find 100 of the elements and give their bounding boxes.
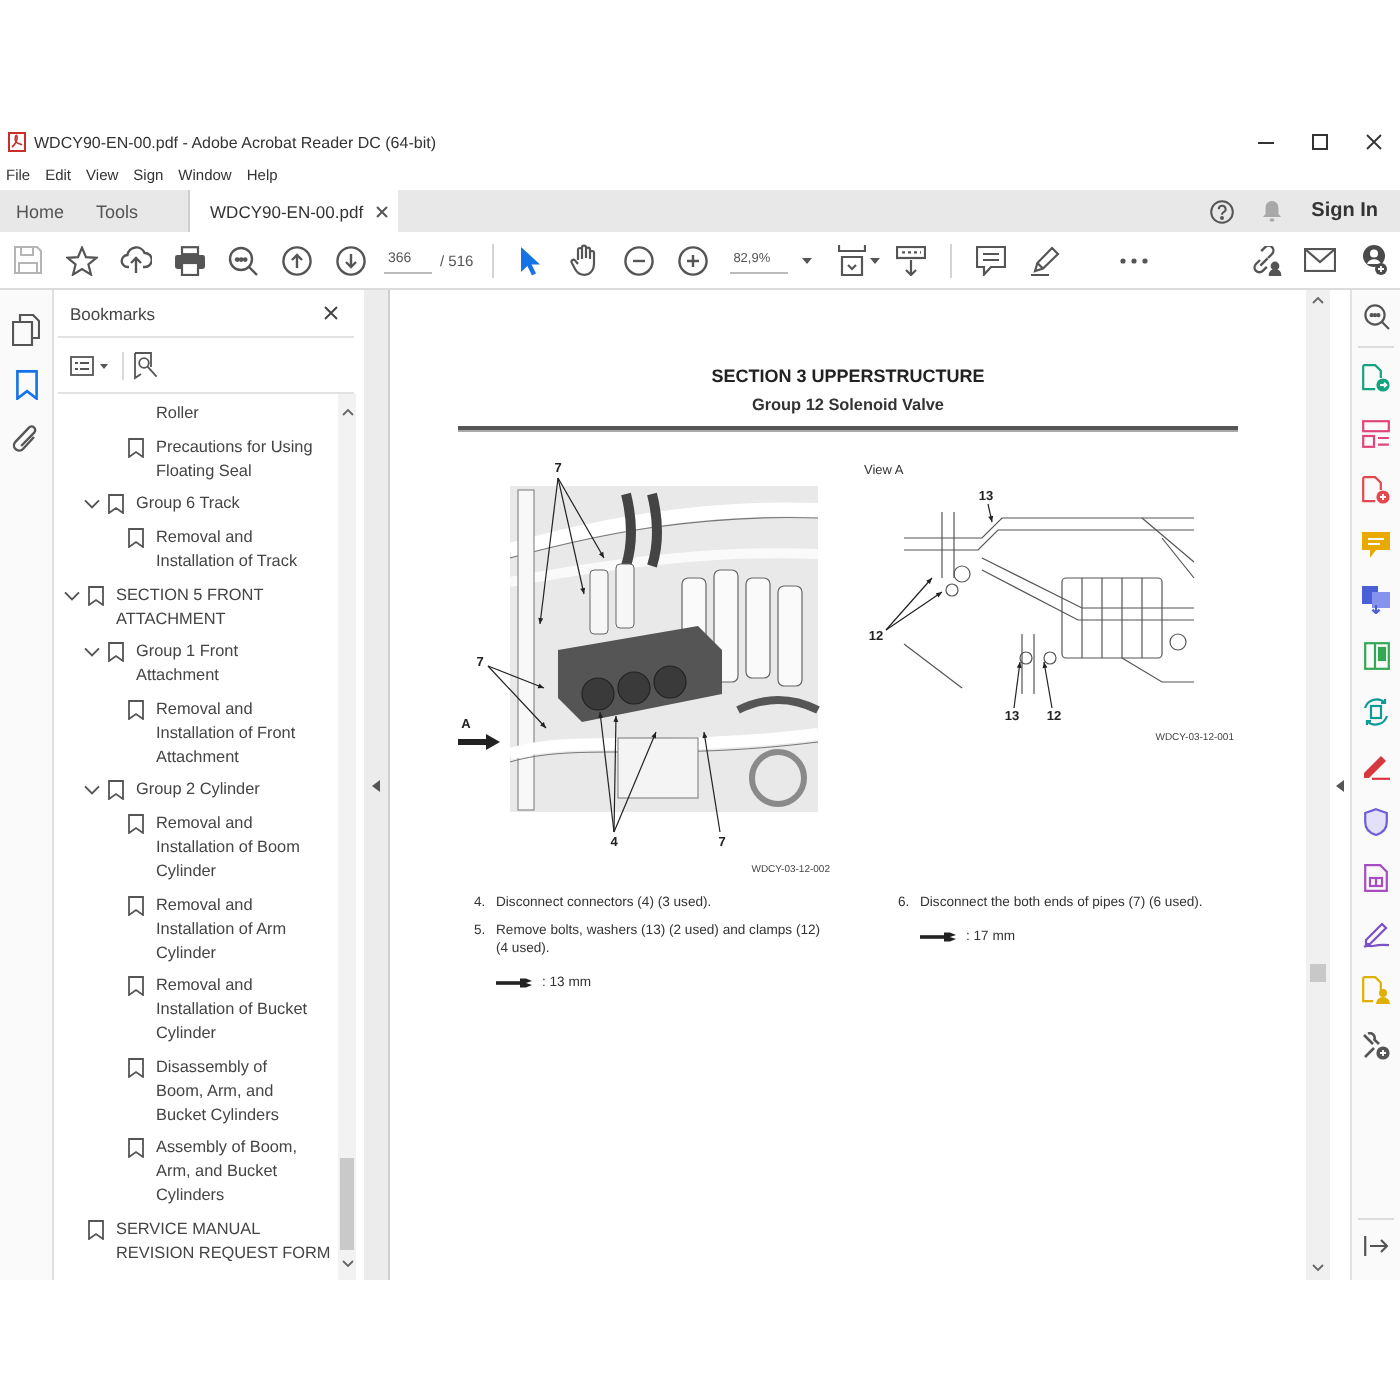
list-options-icon[interactable] [70,355,110,375]
chevron-icon[interactable] [84,782,100,799]
leader-arrow [1013,661,1022,709]
caret-up-icon[interactable] [1312,296,1324,304]
document-arrow-icon[interactable] [1362,364,1390,392]
mail-icon[interactable] [1303,248,1335,272]
scrollbar-thumb[interactable] [1310,964,1326,982]
wrench-icon [920,932,956,942]
highlighter-icon[interactable] [1029,245,1060,275]
star-icon[interactable] [65,245,97,275]
bookmark-item[interactable]: Removal and Installation of Front Attachment [124,697,316,770]
bookmark-search-icon[interactable] [134,351,158,379]
bookmark-icon [88,1220,104,1241]
zoom-out-icon[interactable] [623,245,654,275]
chevron-icon[interactable] [84,644,100,661]
minimize-icon[interactable] [1257,141,1273,143]
hand-icon[interactable] [570,244,599,276]
window-title: WDCY90-EN-00.pdf - Adobe Acrobat Reader DC (64-bit) [34,133,436,151]
cursor-icon[interactable] [520,245,541,275]
bookmark-icon [108,494,124,515]
tools-icon[interactable] [1362,1032,1390,1060]
caret-icon[interactable] [801,257,812,263]
share-link-icon[interactable] [1249,245,1281,275]
bookmark-icon [128,437,144,458]
zoom-search-icon[interactable] [228,245,258,275]
bookmark-icon [128,1057,144,1078]
close-icon[interactable] [324,306,338,320]
bookmark-item[interactable]: Precautions for Using Floating Seal [124,435,316,484]
section-heading: SECTION 3 UPPERSTRUCTURE [709,366,987,388]
bookmark-icon [128,976,144,997]
view-direction-arrow [458,734,500,750]
wrench-icon [496,978,532,988]
comment-icon[interactable] [975,245,1006,275]
caret-left-icon[interactable] [372,779,380,791]
leader-arrow [885,591,943,631]
caret-left-icon[interactable] [1336,779,1344,791]
leader-arrow [702,731,721,833]
documents-merge-icon[interactable] [1362,586,1390,614]
more-icon[interactable] [1120,257,1149,263]
tab[interactable]: Tools [80,190,155,232]
panel-expand-icon[interactable] [1364,1236,1388,1256]
cloud-upload-icon[interactable] [119,246,151,274]
caret-up-icon[interactable] [341,408,353,416]
bookmark-icon [88,585,104,606]
bookmark-icon [128,528,144,549]
panel-title: Bookmarks [70,303,156,323]
bookmark-item[interactable]: Removal and Installation of Arm Cylinder [124,893,316,966]
bookmark-item[interactable]: Disassembly of Boom, Arm, and Bucket Cylinders [124,1055,316,1128]
tab[interactable]: Home [0,190,81,232]
layout-icon[interactable] [1362,420,1390,448]
bookmark-item[interactable]: Group 1 Front Attachment [104,640,320,689]
document-cycle-icon[interactable] [1362,698,1390,726]
signature-pen-icon[interactable] [1362,920,1390,948]
leader-arrow [885,577,933,631]
next-page-icon[interactable] [336,245,366,275]
bookmark-icon [128,814,144,835]
bookmark-item[interactable]: Removal and Installation of Bucket Cylinder [124,974,316,1047]
tab[interactable]: WDCY90-EN-00.pdf [188,190,398,232]
search-icon[interactable] [1363,304,1389,330]
scroll-mode-icon[interactable] [895,245,926,275]
pdf-file-icon [8,132,26,152]
bookmark-item[interactable]: Group 6 Track [104,492,240,517]
zoom-in-icon[interactable] [677,245,708,275]
leader-arrow [987,503,994,523]
bookmark-icon [108,780,124,801]
bookmark-item[interactable]: Roller [156,402,199,427]
bookmark-item[interactable]: Group 2 Cylinder [104,778,260,803]
group-heading: Group 12 Solenoid Valve [749,396,946,416]
caret-down-icon[interactable] [1312,1264,1324,1272]
pen-icon[interactable] [1362,754,1390,780]
bookmark-item[interactable]: Assembly of Boom, Arm, and Bucket Cylinders [124,1136,316,1209]
printer-icon[interactable] [173,245,205,275]
page-fit-icon[interactable] [837,244,866,276]
leader-arrow [1042,661,1053,709]
bookmark-item[interactable]: Removal and Installation of Track [124,526,316,575]
bookmark-item[interactable]: SECTION 5 FRONT ATTACHMENT [84,583,336,632]
pages-icon[interactable] [12,314,40,346]
bookmark-icon [108,642,124,663]
paperclip-icon[interactable] [12,424,40,456]
sign-in-button[interactable]: Sign In [1311,200,1378,222]
caret-icon[interactable] [869,257,880,263]
chevron-icon[interactable] [84,496,100,513]
close-icon[interactable] [1365,134,1381,150]
help-icon[interactable] [1209,199,1234,223]
close-icon[interactable] [375,205,388,217]
form-document-icon[interactable] [1364,864,1388,892]
chevron-icon[interactable] [64,587,80,604]
scrollbar-thumb[interactable] [340,1158,354,1250]
bookmark-item[interactable]: Removal and Installation of Boom Cylinder [124,812,316,885]
previous-page-icon[interactable] [282,245,312,275]
bookmark-icon [128,1138,144,1159]
page-columns-icon[interactable] [1363,642,1389,670]
maximize-icon[interactable] [1311,134,1327,150]
account-icon[interactable] [1359,244,1387,276]
shield-icon[interactable] [1364,808,1388,836]
document-plus-icon[interactable] [1362,476,1390,504]
bookmark-icon [128,895,144,916]
bookmark-item[interactable]: SERVICE MANUAL REVISION REQUEST FORM [84,1218,336,1267]
bookmark-icon[interactable] [15,370,37,400]
caret-down-icon[interactable] [341,1260,353,1268]
